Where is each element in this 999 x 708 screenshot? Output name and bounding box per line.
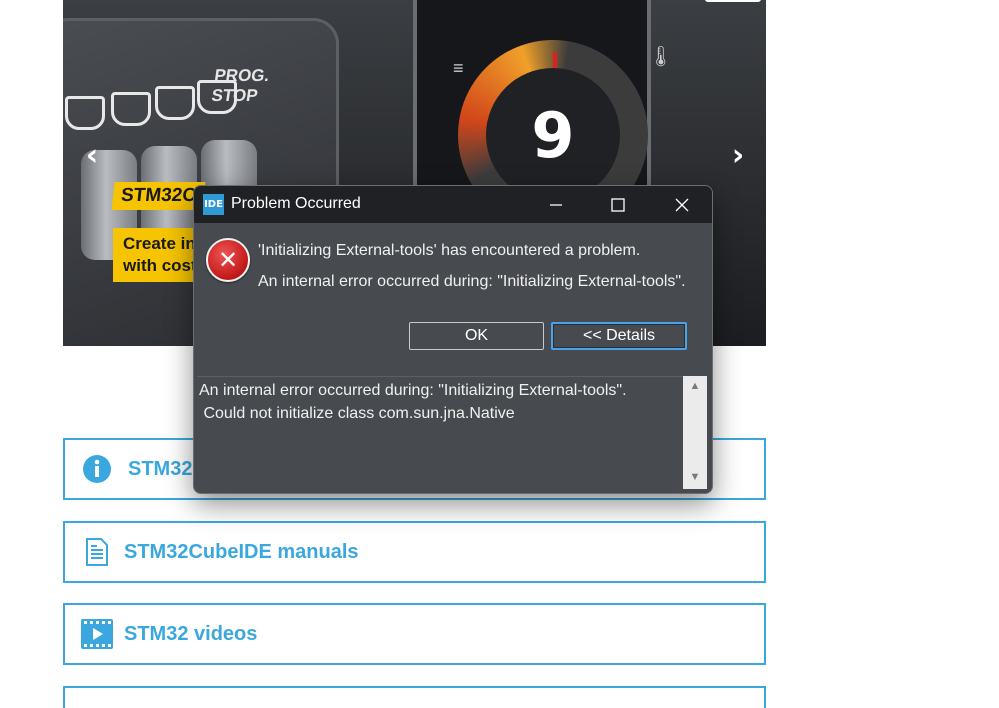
- card-partial[interactable]: [63, 686, 766, 708]
- carousel-prev-arrow[interactable]: ‹: [77, 138, 107, 173]
- product-tag: STM32C: [111, 182, 206, 210]
- dialog-titlebar[interactable]: IDE Problem Occurred: [194, 186, 712, 223]
- cup-icon: [65, 96, 105, 130]
- card-videos[interactable]: STM32 videos: [63, 603, 766, 665]
- cup-icon: [155, 86, 195, 120]
- dialog-title: Problem Occurred: [231, 195, 361, 212]
- details-button[interactable]: << Details: [551, 322, 687, 350]
- details-scrollbar[interactable]: ▲ ▼: [683, 376, 707, 489]
- card-label: STM32 videos: [124, 622, 258, 645]
- info-icon: [80, 452, 114, 486]
- carousel-indicator: [705, 0, 761, 2]
- error-detail-summary: An internal error occurred during: "Init…: [258, 273, 686, 290]
- card-label: STM32CubeIDE manuals: [124, 540, 359, 563]
- video-icon: [80, 617, 114, 651]
- close-button[interactable]: [652, 186, 712, 223]
- details-line: Could not initialize class com.sun.jna.N…: [199, 405, 515, 422]
- prog-stop-label: PROG. STOP: [210, 66, 271, 105]
- carousel-next-arrow[interactable]: ›: [723, 138, 753, 173]
- card-label: STM32: [128, 457, 193, 480]
- gauge-value: 9: [486, 68, 620, 202]
- document-icon: [80, 535, 114, 569]
- error-message: 'Initializing External-tools' has encoun…: [258, 242, 641, 259]
- scroll-down-icon[interactable]: ▼: [683, 471, 707, 483]
- scroll-up-icon[interactable]: ▲: [683, 380, 707, 392]
- minimize-icon: [550, 203, 562, 206]
- thermometer-icon: 🌡: [648, 46, 674, 68]
- menu-icon: ≡: [453, 58, 464, 78]
- details-line: An internal error occurred during: "Init…: [199, 382, 627, 399]
- cup-icon: [111, 92, 151, 126]
- problem-dialog: IDE Problem Occurred ✕ 'Initializing Ext…: [193, 185, 713, 494]
- close-icon: [675, 198, 689, 211]
- ok-button[interactable]: OK: [409, 322, 544, 350]
- ide-app-icon: IDE: [203, 194, 224, 215]
- error-icon: ✕: [206, 238, 250, 282]
- maximize-button[interactable]: [588, 186, 648, 223]
- details-textarea[interactable]: An internal error occurred during: "Init…: [197, 376, 686, 490]
- maximize-icon: [611, 197, 625, 212]
- minimize-button[interactable]: [526, 186, 586, 223]
- card-manuals[interactable]: STM32CubeIDE manuals: [63, 521, 766, 583]
